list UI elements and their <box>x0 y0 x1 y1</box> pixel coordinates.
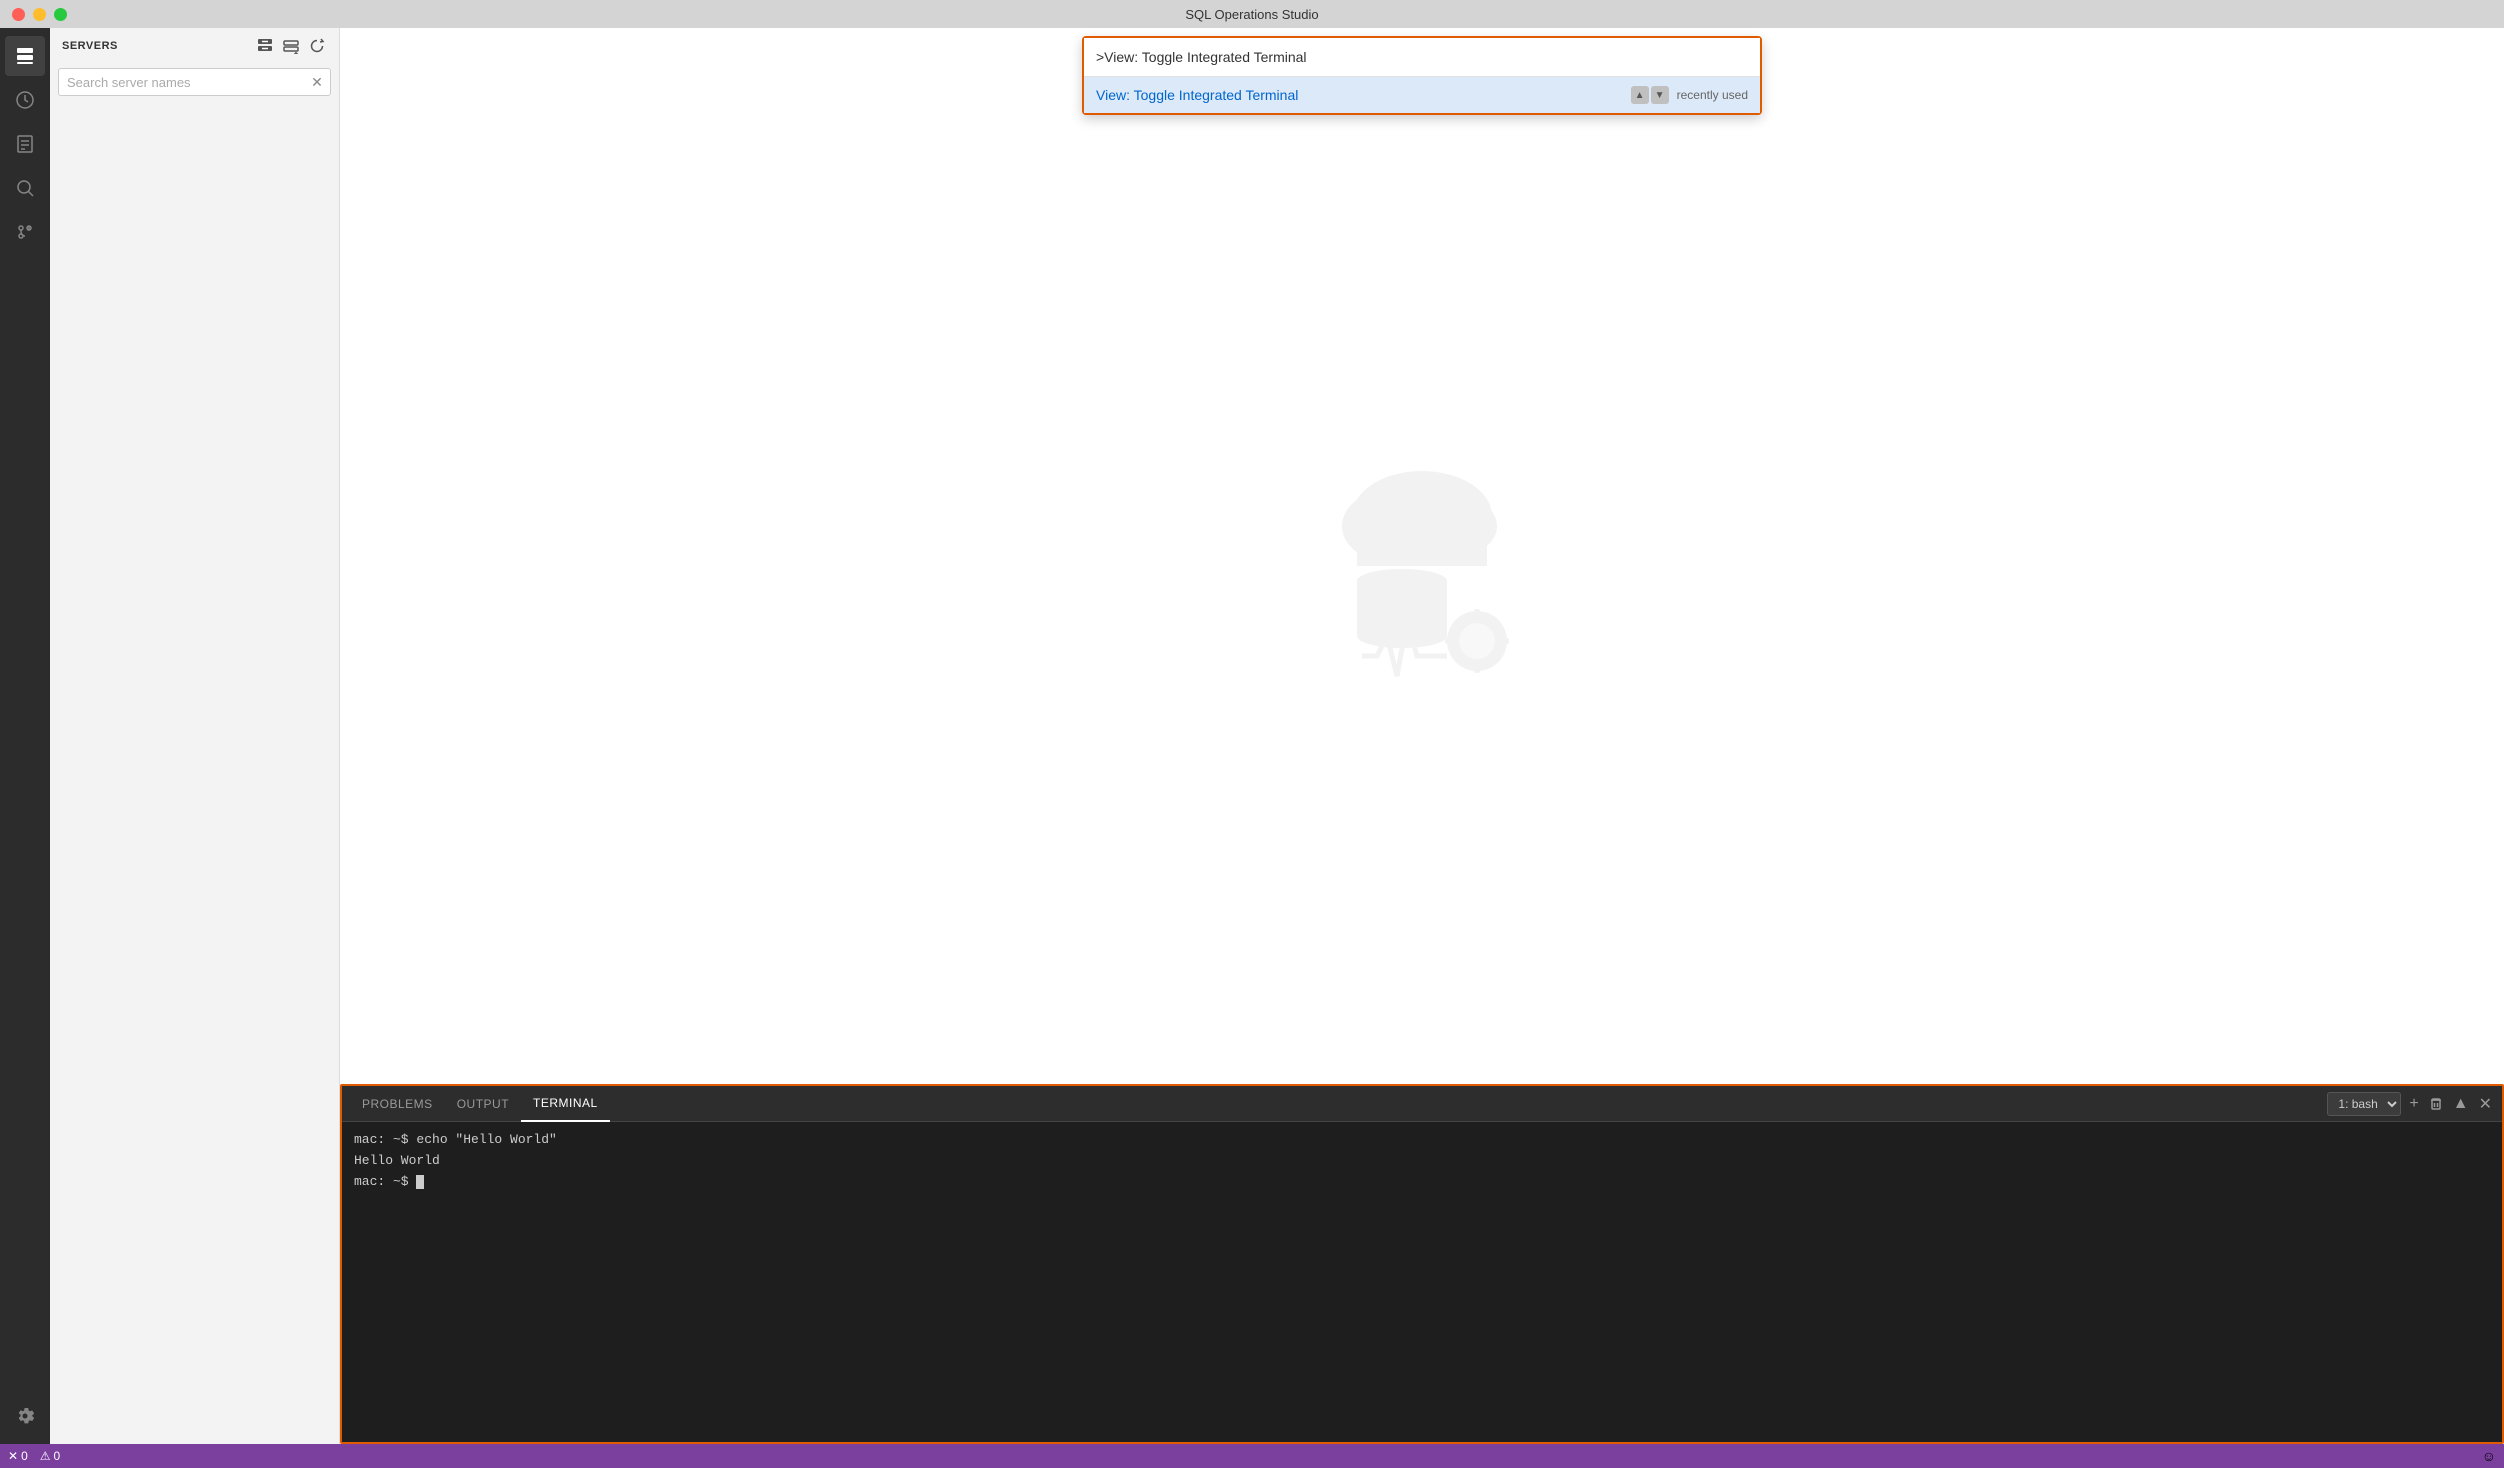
error-icon: ✕ <box>8 1449 18 1463</box>
command-input-row <box>1084 38 1760 77</box>
center-logo <box>340 28 2504 1084</box>
sidebar-item-search[interactable] <box>5 168 45 208</box>
add-server-group-button[interactable] <box>281 36 301 56</box>
terminal-line-3: mac: ~$ <box>354 1172 2490 1193</box>
status-bar: ✕ 0 ⚠ 0 ☺ <box>0 1444 2504 1468</box>
sidebar-title: SERVERS <box>62 40 118 52</box>
search-input[interactable] <box>58 68 331 96</box>
tab-output[interactable]: OUTPUT <box>445 1086 521 1122</box>
command-suggestion-arrows: ▲ ▼ <box>1631 86 1669 104</box>
app-title: SQL Operations Studio <box>1185 7 1318 22</box>
titlebar-buttons <box>12 8 67 21</box>
smiley-icon[interactable]: ☺ <box>2482 1448 2496 1464</box>
command-palette-overlay: View: Toggle Integrated Terminal ▲ ▼ rec… <box>340 28 2504 123</box>
arrow-up-button[interactable]: ▲ <box>1631 86 1649 104</box>
tab-problems[interactable]: PROBLEMS <box>350 1086 445 1122</box>
titlebar: SQL Operations Studio <box>0 0 2504 28</box>
tab-terminal[interactable]: TERMINAL <box>521 1086 610 1122</box>
sidebar-item-git[interactable] <box>5 212 45 252</box>
delete-terminal-button[interactable] <box>2427 1095 2445 1113</box>
panel-tabs: PROBLEMS OUTPUT TERMINAL 1: bash + <box>342 1086 2502 1122</box>
status-items: ✕ 0 ⚠ 0 <box>8 1449 60 1463</box>
terminal-line-2: Hello World <box>354 1151 2490 1172</box>
terminal-line-1: mac: ~$ echo "Hello World" <box>354 1130 2490 1151</box>
warning-count-value: 0 <box>54 1449 61 1463</box>
sidebar-actions <box>255 36 327 56</box>
maximize-panel-button[interactable]: ▲ <box>2451 1093 2471 1115</box>
sidebar-header: SERVERS <box>50 28 339 64</box>
warning-icon: ⚠ <box>40 1449 51 1463</box>
sidebar-item-history[interactable] <box>5 80 45 120</box>
search-box: ✕ <box>58 68 331 96</box>
command-suggestion-text: View: Toggle Integrated Terminal <box>1096 87 1631 103</box>
maximize-button[interactable] <box>54 8 67 21</box>
refresh-button[interactable] <box>307 36 327 56</box>
panel-controls: 1: bash + ▲ ✕ <box>2327 1092 2494 1116</box>
terminal-content[interactable]: mac: ~$ echo "Hello World" Hello World m… <box>342 1122 2502 1442</box>
app-body: SERVERS <box>0 28 2504 1444</box>
error-count-value: 0 <box>21 1449 28 1463</box>
command-palette: View: Toggle Integrated Terminal ▲ ▼ rec… <box>1082 36 1762 115</box>
command-palette-input[interactable] <box>1084 38 1760 76</box>
add-terminal-button[interactable]: + <box>2407 1093 2420 1115</box>
terminal-selector[interactable]: 1: bash <box>2327 1092 2401 1116</box>
error-count[interactable]: ✕ 0 <box>8 1449 28 1463</box>
activity-bar <box>0 28 50 1444</box>
warning-count[interactable]: ⚠ 0 <box>40 1449 60 1463</box>
arrow-down-button[interactable]: ▼ <box>1651 86 1669 104</box>
sidebar-item-new-query[interactable] <box>5 124 45 164</box>
minimize-button[interactable] <box>33 8 46 21</box>
app-logo <box>1292 426 1552 686</box>
sidebar: SERVERS <box>50 28 340 1444</box>
terminal-cursor <box>416 1175 424 1189</box>
sidebar-item-servers[interactable] <box>5 36 45 76</box>
settings-icon[interactable] <box>5 1396 45 1436</box>
command-suggestion-item[interactable]: View: Toggle Integrated Terminal ▲ ▼ rec… <box>1084 77 1760 113</box>
search-clear-button[interactable]: ✕ <box>307 72 327 92</box>
main-content: View: Toggle Integrated Terminal ▲ ▼ rec… <box>340 28 2504 1444</box>
close-panel-button[interactable]: ✕ <box>2477 1092 2494 1116</box>
new-connection-button[interactable] <box>255 36 275 56</box>
command-suggestion-label: recently used <box>1677 88 1748 102</box>
bottom-panel: PROBLEMS OUTPUT TERMINAL 1: bash + <box>340 1084 2504 1444</box>
close-button[interactable] <box>12 8 25 21</box>
